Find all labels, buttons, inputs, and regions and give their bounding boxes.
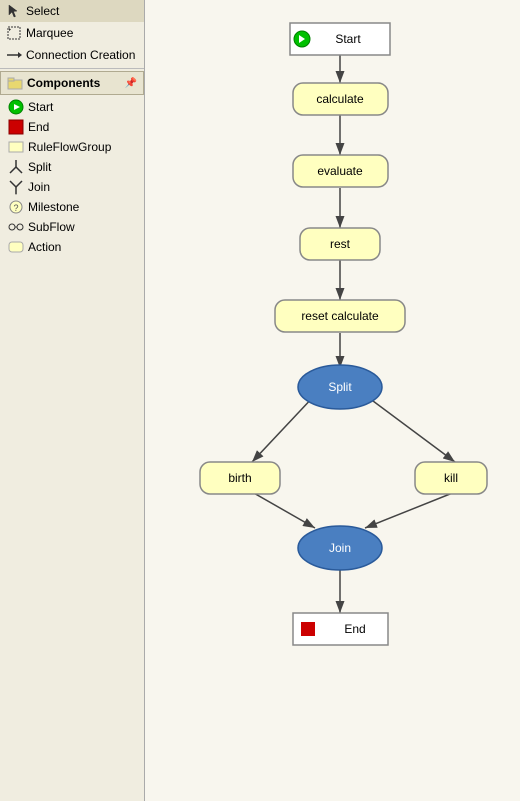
end-node-label: End: [344, 622, 365, 636]
node-kill[interactable]: kill: [415, 462, 487, 494]
split-label: Split: [328, 380, 352, 394]
milestone-icon: ?: [8, 199, 24, 215]
node-join[interactable]: Join: [298, 526, 382, 570]
component-end-label: End: [28, 120, 49, 134]
node-split[interactable]: Split: [298, 365, 382, 409]
marquee-label: Marquee: [26, 26, 73, 40]
component-action[interactable]: Action: [0, 237, 144, 257]
start-node-label: Start: [335, 32, 361, 46]
diagram: Start calculate evaluate rest reset calc…: [145, 0, 520, 801]
component-action-label: Action: [28, 240, 61, 254]
component-ruleflowgroup[interactable]: RuleFlowGroup: [0, 137, 144, 157]
component-start-label: Start: [28, 100, 53, 114]
node-rest[interactable]: rest: [300, 228, 380, 260]
component-start[interactable]: Start: [0, 97, 144, 117]
marquee-icon: [6, 25, 22, 41]
cursor-icon: [6, 3, 22, 19]
component-ruleflow-label: RuleFlowGroup: [28, 140, 111, 154]
kill-label: kill: [444, 471, 458, 485]
conn-birth-join: [252, 492, 315, 528]
rest-label: rest: [330, 237, 351, 251]
components-header[interactable]: Components 📌: [0, 71, 144, 95]
node-reset-calculate[interactable]: reset calculate: [275, 300, 405, 332]
conn-kill-join: [365, 492, 455, 528]
svg-text:?: ?: [13, 203, 18, 213]
evaluate-label: evaluate: [317, 164, 363, 178]
component-milestone[interactable]: ? Milestone: [0, 197, 144, 217]
canvas[interactable]: Start calculate evaluate rest reset calc…: [145, 0, 520, 801]
component-join-label: Join: [28, 180, 50, 194]
birth-label: birth: [228, 471, 251, 485]
node-start[interactable]: Start: [290, 23, 390, 55]
calculate-label: calculate: [316, 92, 364, 106]
node-end[interactable]: End: [293, 613, 388, 645]
node-birth[interactable]: birth: [200, 462, 280, 494]
split-icon: [8, 159, 24, 175]
component-join[interactable]: Join: [0, 177, 144, 197]
connection-tool[interactable]: Connection Creation: [0, 44, 144, 66]
components-label: Components: [27, 76, 100, 90]
action-icon: [8, 239, 24, 255]
conn-split-kill: [365, 395, 455, 462]
connection-icon: [6, 47, 22, 63]
select-label: Select: [26, 4, 59, 18]
node-evaluate[interactable]: evaluate: [293, 155, 388, 187]
join-icon: [8, 179, 24, 195]
end-icon: [8, 119, 24, 135]
start-icon: [8, 99, 24, 115]
subflow-icon: [8, 219, 24, 235]
marquee-tool[interactable]: Marquee: [0, 22, 144, 44]
reset-label: reset calculate: [301, 309, 379, 323]
select-tool[interactable]: Select: [0, 0, 144, 22]
connection-label: Connection Creation: [26, 48, 135, 62]
component-split[interactable]: Split: [0, 157, 144, 177]
conn-split-birth: [252, 395, 315, 462]
folder-icon: [7, 75, 23, 91]
component-end[interactable]: End: [0, 117, 144, 137]
component-subflow[interactable]: SubFlow: [0, 217, 144, 237]
node-calculate[interactable]: calculate: [293, 83, 388, 115]
ruleflow-icon: [8, 139, 24, 155]
end-square-icon: [301, 622, 315, 636]
component-list: Start End RuleFlowGroup: [0, 95, 144, 259]
sidebar: Select Marquee Connection Creation: [0, 0, 145, 801]
component-split-label: Split: [28, 160, 51, 174]
join-label: Join: [329, 541, 351, 555]
component-milestone-label: Milestone: [28, 200, 79, 214]
pin-icon: 📌: [125, 78, 137, 89]
component-subflow-label: SubFlow: [28, 220, 75, 234]
